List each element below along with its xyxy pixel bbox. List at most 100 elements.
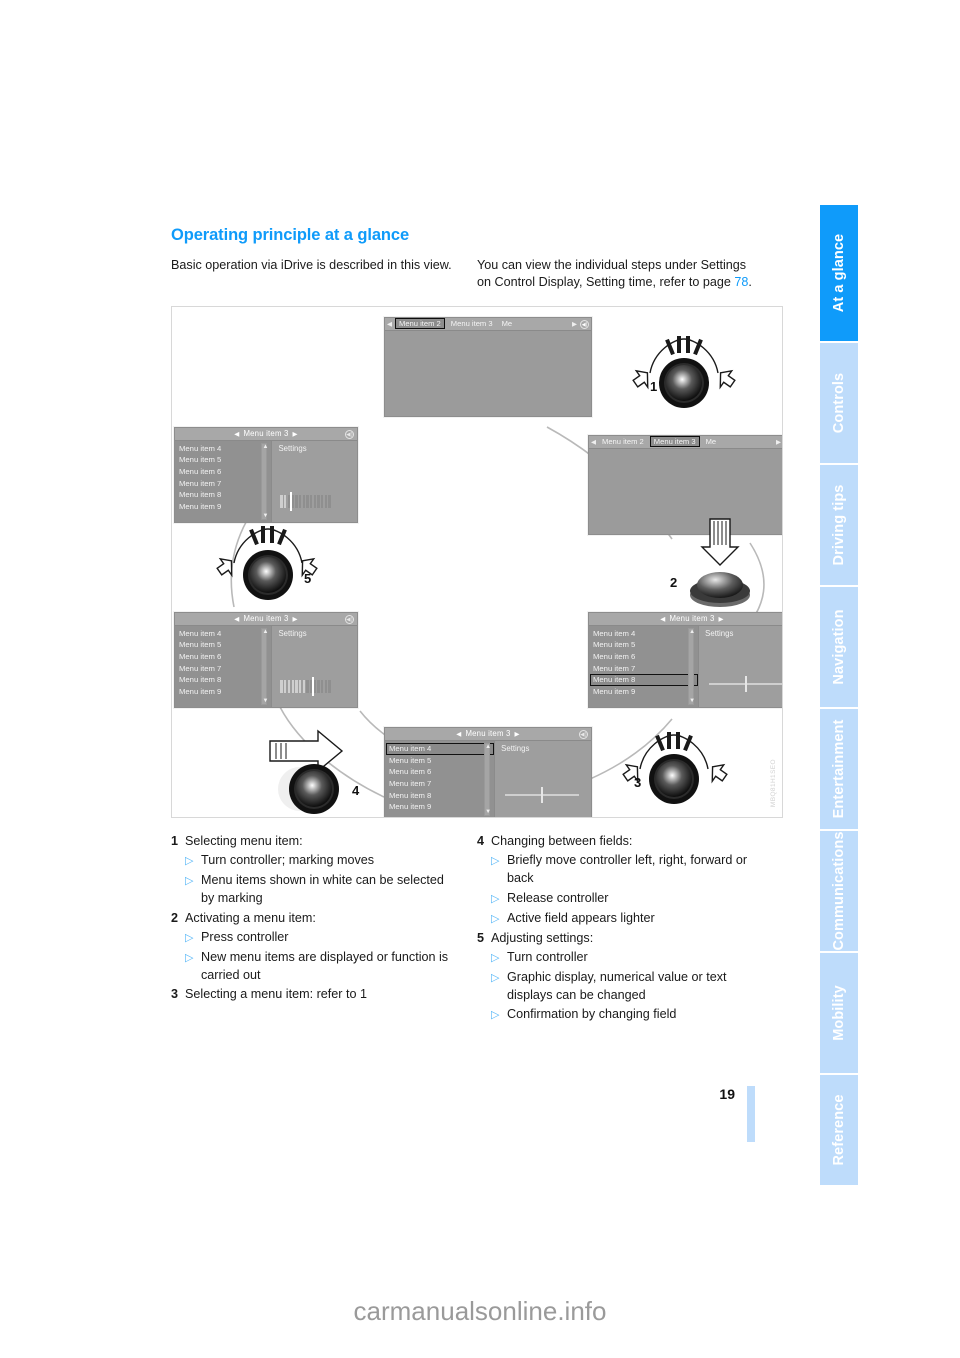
list-item[interactable]: Menu item 5 [177,639,271,651]
prev-arrow-icon[interactable]: ◀ [456,730,461,738]
tab-entertainment[interactable]: Entertainment [820,709,858,829]
list-item[interactable]: Menu item 4 [177,443,271,455]
next-arrow-icon[interactable]: ▶ [515,730,520,738]
scroll-up-icon[interactable]: ▲ [262,629,268,635]
tab-scroll-right-icon: ▶ [572,320,577,328]
display-bottom-center[interactable]: ◀ Menu item 3 ▶ ◀) Menu item 4 Menu item… [384,726,592,817]
list-item[interactable]: Menu item 6 [177,651,271,663]
display-tab-item[interactable]: Menu item 3 [448,318,496,329]
display-tab-item[interactable]: Me [703,436,720,447]
list-scrollbar[interactable]: ▲ ▼ [688,627,695,705]
display-tab-item[interactable]: Menu item 3 [649,436,700,448]
list-item[interactable]: Menu item 9 [387,801,494,813]
display-tab-item[interactable]: Menu item 2 [395,318,445,330]
next-arrow-icon[interactable]: ▶ [719,615,724,623]
tab-navigation[interactable]: Navigation [820,587,858,707]
display-menu-list: Menu item 4 Menu item 5 Menu item 6 Menu… [175,440,272,522]
display-content-pane [385,330,591,416]
list-item-selected[interactable]: Menu item 4 [386,742,495,755]
display-lower-right[interactable]: ◀ Menu item 3 ▶ ◀) Menu item 4 Menu item… [588,611,782,708]
list-item[interactable]: Menu item 6 [387,766,494,778]
display-tab-item[interactable]: Menu item 2 [599,436,647,447]
list-item[interactable]: Menu item 5 [177,454,271,466]
slider-knob[interactable] [744,675,747,692]
steps-left-column: 1 Selecting menu item: ▷ Turn controller… [171,833,477,1027]
tab-reference[interactable]: Reference [820,1075,858,1185]
tab-at-a-glance[interactable]: At a glance [820,205,858,341]
tab-mobility[interactable]: Mobility [820,953,858,1073]
prev-arrow-icon[interactable]: ◀ [660,615,665,623]
list-scrollbar[interactable]: ▲ ▼ [261,442,268,520]
list-item[interactable]: Menu item 4 [177,628,271,640]
linear-slider-widget[interactable] [709,675,782,692]
controller-3[interactable]: 3 [612,727,740,817]
step-title: Selecting menu item: [185,833,303,848]
scroll-down-icon[interactable]: ▼ [485,809,491,815]
display-tab-item[interactable]: Me [499,318,516,329]
tab-label: Entertainment [831,719,847,819]
list-item[interactable]: Menu item 9 [177,686,271,698]
controller-2[interactable]: 2 [658,517,778,609]
prev-arrow-icon[interactable]: ◀ [234,430,239,438]
controller-1[interactable]: 1 [624,329,744,419]
list-item[interactable]: Menu item 8 [177,674,271,686]
controller-4[interactable]: 4 [262,725,392,815]
step-bullet: ▷ Turn controller; marking moves [185,852,455,870]
scroll-up-icon[interactable]: ▲ [262,444,268,450]
slider-knob[interactable] [540,786,543,803]
page-content: Operating principle at a glance Basic op… [171,226,783,1026]
prev-arrow-icon[interactable]: ◀ [234,615,239,623]
tab-label: At a glance [831,233,847,313]
bullet-triangle-icon: ▷ [185,932,194,945]
step-bullet: ▷ Menu items shown in white can be selec… [185,872,455,907]
list-item[interactable]: Menu item 5 [387,755,494,767]
display-top-center[interactable]: ◀ Menu item 2 Menu item 3 Me ▶ ◀) [384,316,592,417]
scroll-down-icon[interactable]: ▼ [689,698,695,704]
tab-scroll-left-icon: ◀ [387,320,392,328]
list-item[interactable]: Menu item 7 [591,663,698,675]
display-header-label: Menu item 3 [669,614,715,624]
settings-label: Settings [501,743,530,753]
list-item[interactable]: Menu item 9 [177,501,271,513]
bullet-triangle-icon: ▷ [185,855,194,868]
tab-controls[interactable]: Controls [820,343,858,463]
page-reference-link[interactable]: 78 [734,275,748,289]
step-bullet: ▷ Graphic display, numerical value or te… [491,969,761,1004]
list-item[interactable]: Menu item 8 [177,489,271,501]
step-bullet: ▷ New menu items are displayed or functi… [185,949,455,984]
speaker-icon: ◀) [345,429,354,439]
controller-5[interactable]: 5 [204,519,334,611]
scroll-up-icon[interactable]: ▲ [485,744,491,750]
tab-label: Reference [831,1094,847,1166]
chapter-tab-rail: At a glance Controls Driving tips Naviga… [820,205,858,1185]
tab-driving-tips[interactable]: Driving tips [820,465,858,585]
list-item[interactable]: Menu item 7 [177,663,271,675]
tab-label: Mobility [831,985,847,1041]
list-item[interactable]: Menu item 6 [177,466,271,478]
scroll-up-icon[interactable]: ▲ [689,629,695,635]
list-scrollbar[interactable]: ▲ ▼ [261,627,268,705]
bullet-text: Menu items shown in white can be selecte… [201,873,444,905]
bargraph-needle [290,491,293,511]
next-arrow-icon[interactable]: ▶ [293,615,298,623]
list-item-selected[interactable]: Menu item 8 [590,674,699,687]
display-mid-left[interactable]: ◀ Menu item 3 ▶ ◀) Menu item 4 Menu item… [174,426,358,523]
bargraph-widget[interactable] [280,676,331,696]
bullet-triangle-icon: ▷ [491,972,500,985]
list-scrollbar[interactable]: ▲ ▼ [484,742,491,816]
list-item[interactable]: Menu item 7 [387,778,494,790]
display-lower-left[interactable]: ◀ Menu item 3 ▶ ◀) Menu item 4 Menu item… [174,611,358,708]
list-item[interactable]: Menu item 9 [591,686,698,698]
list-item[interactable]: Menu item 6 [591,651,698,663]
list-item[interactable]: Menu item 8 [387,790,494,802]
list-item[interactable]: Menu item 5 [591,639,698,651]
list-item[interactable]: Menu item 7 [177,478,271,490]
display-menu-list: Menu item 4 Menu item 5 Menu item 6 Menu… [175,625,272,707]
idrive-operating-principle-diagram: ◀ Menu item 2 Menu item 3 Me ▶ ◀) ◀ Menu… [171,305,783,818]
bargraph-widget[interactable] [280,491,331,511]
linear-slider-widget[interactable] [505,786,579,803]
list-item[interactable]: Menu item 4 [591,628,698,640]
scroll-down-icon[interactable]: ▼ [262,698,268,704]
next-arrow-icon[interactable]: ▶ [293,430,298,438]
tab-communications[interactable]: Communications [820,831,858,951]
